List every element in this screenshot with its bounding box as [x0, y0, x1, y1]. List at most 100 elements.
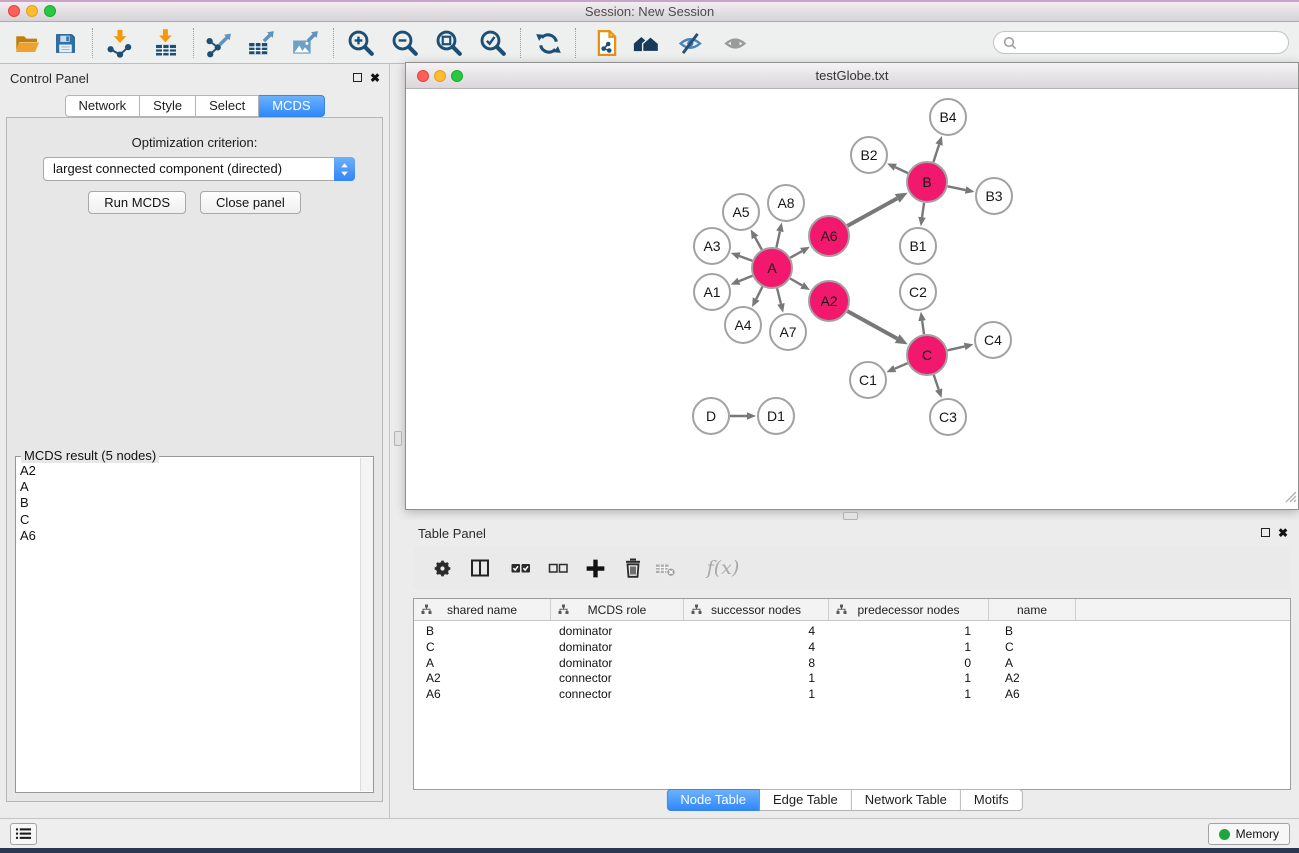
network-canvas[interactable]: AA3A5A8A1A4A7A6A2BB2B4B3B1CC2C4C1C3DD1 [406, 89, 1298, 509]
create-column-button[interactable] [580, 553, 610, 583]
column-header-name[interactable]: name [989, 599, 1076, 620]
show-graphics-details-button[interactable] [719, 26, 753, 60]
export-image-button[interactable] [288, 26, 322, 60]
table-row[interactable]: A2connector11A2 [414, 671, 1290, 687]
tab-style[interactable]: Style [140, 95, 196, 117]
result-item[interactable]: A2 [20, 463, 36, 479]
first-neighbors-button[interactable] [630, 26, 664, 60]
graph-edge-arrowhead [731, 252, 741, 259]
column-header-predecessor-nodes[interactable]: predecessor nodes [829, 599, 989, 620]
open-session-button[interactable] [10, 26, 44, 60]
result-item[interactable]: B [20, 495, 36, 511]
result-scrollbar[interactable] [360, 458, 373, 791]
search-box[interactable] [993, 31, 1289, 54]
show-column-button[interactable] [465, 553, 495, 583]
graph-edge-A-A7[interactable] [777, 288, 781, 303]
vertical-divider-handle[interactable] [394, 431, 402, 446]
delete-table-button[interactable] [651, 553, 681, 583]
tab-mcds[interactable]: MCDS [259, 95, 324, 117]
result-item[interactable]: C [20, 512, 36, 528]
table-cell: connector [551, 687, 684, 703]
desktop-edge [0, 848, 1299, 853]
criterion-select[interactable]: largest connected component (directed) [43, 157, 355, 181]
task-history-button[interactable] [10, 823, 37, 845]
column-header-shared-name[interactable]: shared name [414, 599, 551, 620]
network-graph[interactable]: AA3A5A8A1A4A7A6A2BB2B4B3B1CC2C4C1C3DD1 [406, 89, 1298, 509]
zoom-fit-button[interactable] [432, 26, 466, 60]
table-cell: 4 [684, 640, 829, 656]
zoom-in-button[interactable] [344, 26, 378, 60]
list-icon [14, 826, 33, 842]
graph-edge-A-A1[interactable] [739, 276, 753, 281]
plus-icon [583, 556, 608, 581]
export-network-button[interactable] [202, 26, 236, 60]
table-row[interactable]: A6connector11A6 [414, 687, 1290, 703]
tab-network[interactable]: Network [64, 95, 140, 117]
table-settings-button[interactable] [427, 553, 457, 583]
graph-edge-A6-B[interactable] [847, 198, 897, 225]
resize-grip-icon[interactable] [1284, 490, 1297, 508]
graph-node-label: A3 [703, 238, 720, 254]
table-row[interactable]: Bdominator41B [414, 624, 1290, 640]
save-session-button[interactable] [48, 26, 82, 60]
network-overview-button[interactable] [590, 26, 624, 60]
mcds-result-title: MCDS result (5 nodes) [21, 448, 159, 463]
fx-icon: f(x) [707, 557, 740, 579]
graph-edge-arrowhead [935, 136, 942, 146]
mcds-result-box: MCDS result (5 nodes) A2ABCA6 [15, 456, 374, 793]
float-panel-icon[interactable] [353, 73, 362, 82]
tab-network-table[interactable]: Network Table [852, 789, 961, 811]
graph-edge-B-B3[interactable] [948, 186, 966, 190]
result-item[interactable]: A [20, 479, 36, 495]
function-builder-button[interactable]: f(x) [701, 553, 745, 583]
import-network-button[interactable] [103, 26, 137, 60]
graph-edge-A-A3[interactable] [739, 256, 752, 261]
graph-edge-A2-C[interactable] [847, 311, 897, 338]
graph-edge-C-C4[interactable] [947, 346, 964, 350]
horizontal-divider-handle[interactable] [843, 512, 858, 520]
close-table-panel-icon[interactable]: ✖ [1278, 527, 1288, 539]
apply-layout-button[interactable] [531, 26, 565, 60]
column-header-successor-nodes[interactable]: successor nodes [684, 599, 829, 620]
zoom-selected-button[interactable] [476, 26, 510, 60]
search-input[interactable] [1022, 35, 1279, 51]
close-panel-button[interactable]: Close panel [200, 191, 301, 214]
run-mcds-button[interactable]: Run MCDS [88, 191, 186, 214]
zoom-in-icon [347, 29, 376, 58]
graph-edge-C-C3[interactable] [934, 375, 939, 390]
graph-edge-A-A4[interactable] [756, 287, 762, 299]
deselect-all-button[interactable] [543, 553, 573, 583]
export-image-icon [290, 28, 320, 58]
tab-node-table[interactable]: Node Table [666, 789, 760, 811]
table-row[interactable]: Adominator80A [414, 656, 1290, 672]
export-table-button[interactable] [244, 26, 278, 60]
tab-motifs[interactable]: Motifs [961, 789, 1023, 811]
zoom-out-button[interactable] [388, 26, 422, 60]
graph-edge-A-A8[interactable] [776, 231, 779, 247]
float-table-panel-icon[interactable] [1261, 528, 1270, 537]
zoom-out-icon [391, 29, 420, 58]
table-cell: dominator [551, 656, 684, 672]
result-item[interactable]: A6 [20, 528, 36, 544]
graph-edge-B-B1[interactable] [922, 203, 924, 217]
memory-button[interactable]: Memory [1208, 823, 1290, 845]
hide-graphics-details-button[interactable] [674, 26, 708, 60]
graph-edge-C-C1[interactable] [895, 363, 908, 368]
graph-edge-A-A5[interactable] [755, 237, 762, 249]
tab-edge-table[interactable]: Edge Table [760, 789, 852, 811]
tab-select[interactable]: Select [196, 95, 259, 117]
column-header-MCDS-role[interactable]: MCDS role [551, 599, 684, 620]
table-row[interactable]: Cdominator41C [414, 640, 1290, 656]
import-table-button[interactable] [149, 26, 183, 60]
table-cell: A6 [414, 687, 551, 703]
graph-edge-A-A2[interactable] [790, 279, 802, 286]
graph-edge-B-B4[interactable] [933, 145, 939, 162]
table-header-row: shared nameMCDS rolesuccessor nodesprede… [414, 599, 1290, 621]
delete-column-button[interactable] [618, 553, 648, 583]
graph-edge-C-C2[interactable] [922, 321, 924, 335]
close-panel-icon[interactable]: ✖ [370, 72, 380, 84]
select-all-button[interactable] [506, 553, 536, 583]
graph-edge-B-B2[interactable] [895, 167, 908, 173]
network-window-titlebar[interactable]: testGlobe.txt [406, 63, 1298, 89]
graph-edge-A-A6[interactable] [790, 251, 802, 258]
